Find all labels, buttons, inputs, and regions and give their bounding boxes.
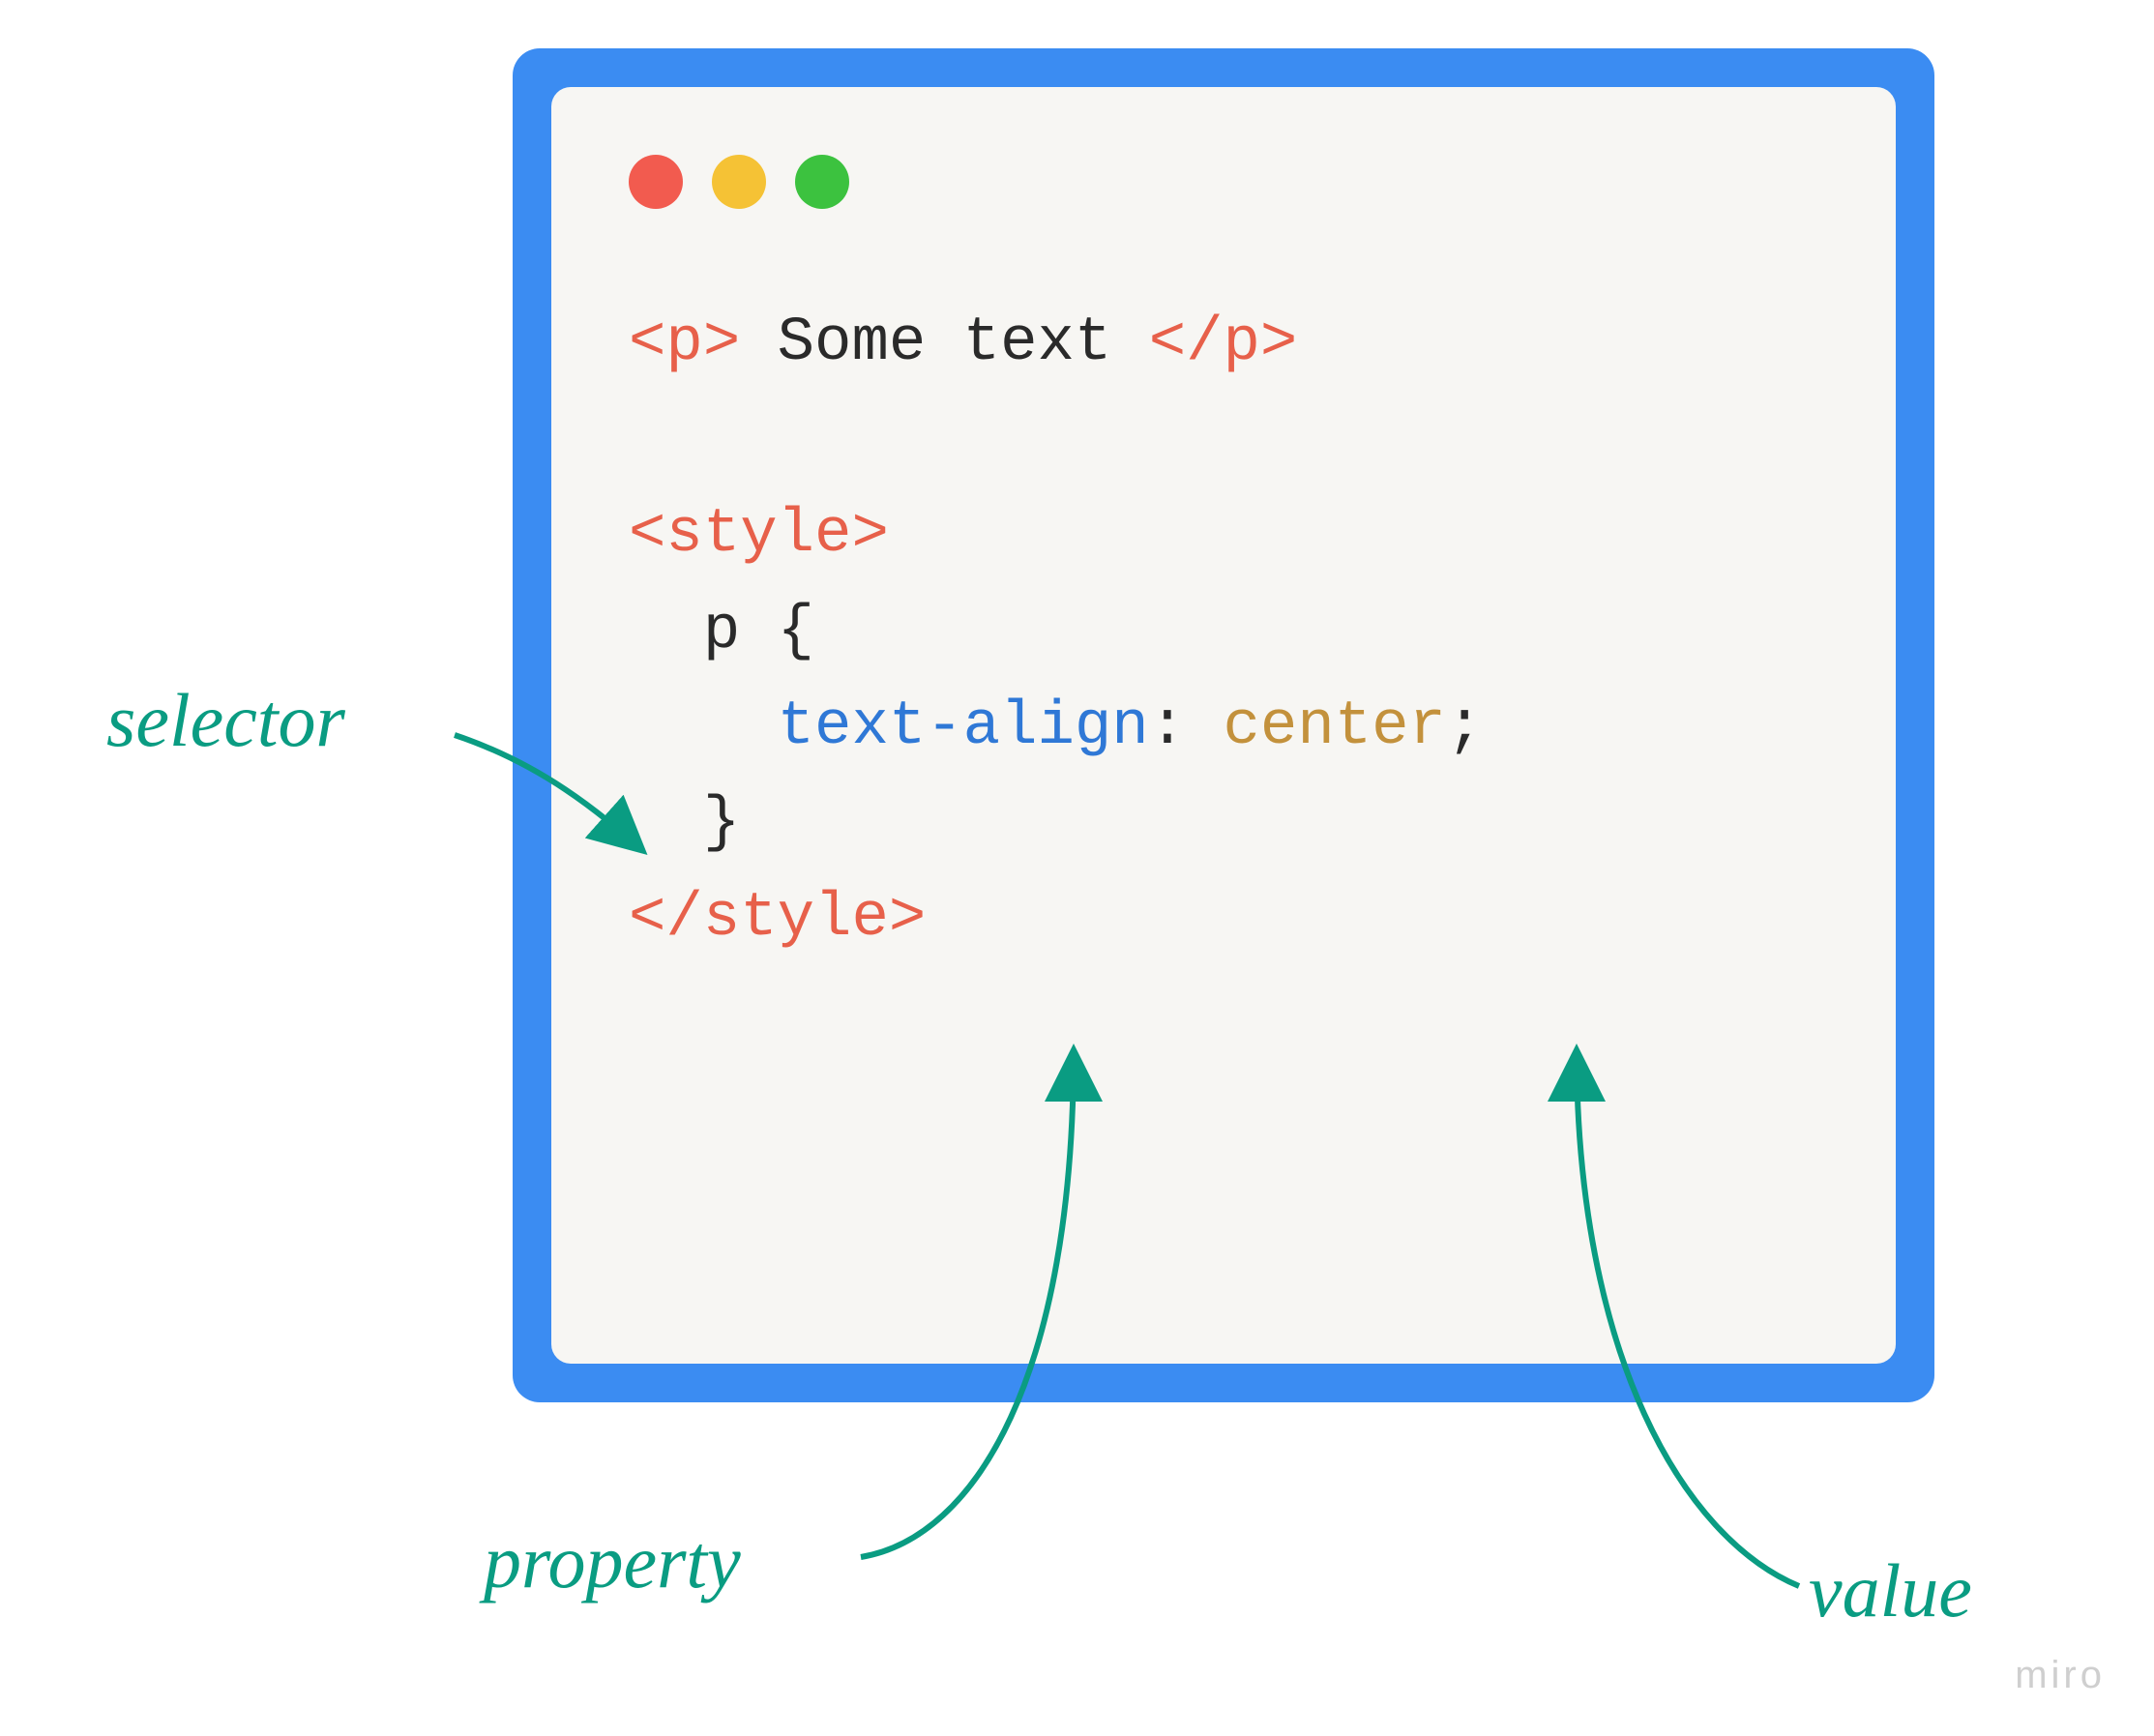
traffic-yellow-icon <box>712 155 766 209</box>
css-property: text-align <box>778 692 1149 762</box>
css-colon: : <box>1149 692 1224 762</box>
code-window-frame: <p> Some text </p> <style> p { text-alig… <box>513 48 1934 1402</box>
css-semicolon: ; <box>1446 692 1483 762</box>
html-close-tag: </p> <box>1149 309 1298 378</box>
annotation-value-label: value <box>1809 1547 1972 1634</box>
html-text-content: Some text <box>740 309 1148 378</box>
code-window-panel: <p> Some text </p> <style> p { text-alig… <box>551 87 1896 1364</box>
code-block: <p> Some text </p> <style> p { text-alig… <box>629 296 1818 967</box>
brace-close: } <box>703 788 740 858</box>
annotation-property-label: property <box>484 1518 741 1605</box>
window-traffic-lights <box>629 155 1818 209</box>
diagram-canvas: <p> Some text </p> <style> p { text-alig… <box>0 0 2154 1736</box>
css-selector: p <box>703 597 740 666</box>
brace-open: { <box>740 597 814 666</box>
traffic-red-icon <box>629 155 683 209</box>
annotation-selector-label: selector <box>106 677 345 764</box>
watermark: miro <box>2015 1654 2106 1697</box>
style-open-tag: <style> <box>629 500 889 570</box>
css-value: center <box>1224 692 1446 762</box>
traffic-green-icon <box>795 155 849 209</box>
style-close-tag: </style> <box>629 884 926 954</box>
html-open-tag: <p> <box>629 309 740 378</box>
